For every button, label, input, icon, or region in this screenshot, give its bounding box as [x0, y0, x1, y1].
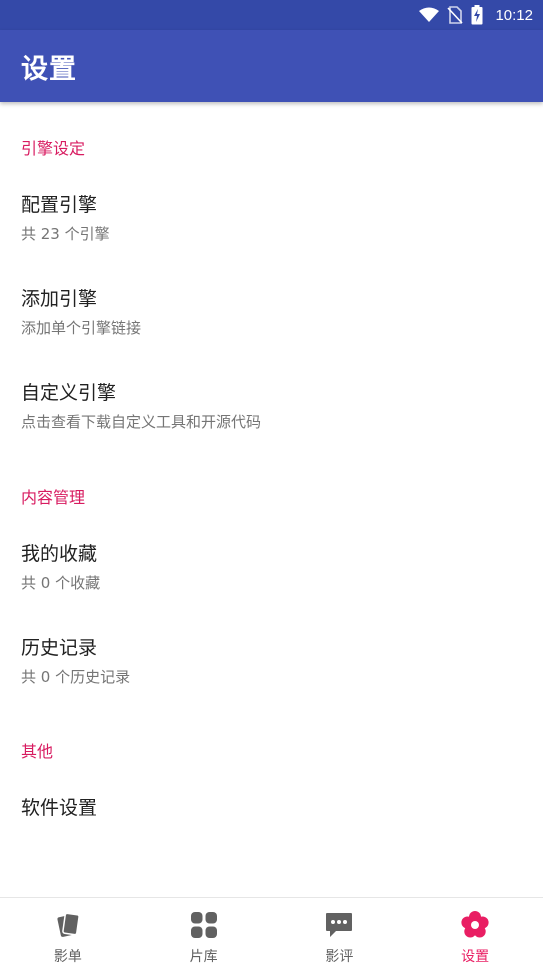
pref-title: 配置引擎: [21, 194, 98, 216]
bottom-navigation: 影单 片库 影评 设置: [0, 897, 543, 972]
pref-summary: 共 0 个历史记录: [21, 668, 131, 686]
section-header-content: 内容管理: [21, 488, 86, 507]
pref-title: 自定义引擎: [21, 382, 117, 404]
clock: 10:12: [495, 6, 533, 24]
pref-summary: 添加单个引擎链接: [21, 319, 142, 337]
nav-item-reviews[interactable]: 影评: [272, 898, 408, 972]
comment-icon: [326, 913, 353, 937]
section-header-engine: 引擎设定: [21, 139, 86, 158]
nav-label: 设置: [461, 949, 490, 965]
pref-summary: 点击查看下载自定义工具和开源代码: [21, 413, 262, 431]
cards-icon: [57, 912, 80, 937]
pref-history[interactable]: 历史记录 共 0 个历史记录: [0, 633, 543, 687]
page-title: 设置: [21, 53, 77, 85]
nav-item-watchlist[interactable]: 影单: [0, 898, 136, 972]
nav-label: 影单: [53, 949, 82, 965]
pref-title: 添加引擎: [21, 288, 98, 310]
flower-icon: [461, 911, 489, 938]
status-bar: 10:12: [0, 0, 543, 30]
pref-summary: 共 0 个收藏: [21, 574, 101, 592]
wifi-icon: [419, 7, 440, 22]
pref-title: 软件设置: [21, 797, 98, 819]
nav-item-library[interactable]: 片库: [136, 898, 272, 972]
pref-title: 我的收藏: [21, 543, 98, 565]
nav-label: 片库: [189, 949, 218, 965]
pref-app-settings[interactable]: 软件设置: [0, 793, 543, 820]
no-sim-icon: [447, 6, 464, 24]
app-bar: 设置: [0, 30, 543, 102]
pref-configure-engine[interactable]: 配置引擎 共 23 个引擎: [0, 190, 543, 244]
pref-title: 历史记录: [21, 637, 98, 659]
battery-charging-icon: [471, 5, 483, 25]
nav-item-settings[interactable]: 设置: [407, 898, 543, 972]
pref-summary: 共 23 个引擎: [21, 225, 110, 243]
grid-icon: [190, 912, 217, 938]
nav-label: 影评: [325, 949, 354, 965]
pref-add-engine[interactable]: 添加引擎 添加单个引擎链接: [0, 284, 543, 338]
pref-custom-engine[interactable]: 自定义引擎 点击查看下载自定义工具和开源代码: [0, 378, 543, 432]
section-header-other: 其他: [21, 742, 54, 761]
pref-my-favorites[interactable]: 我的收藏 共 0 个收藏: [0, 539, 543, 593]
